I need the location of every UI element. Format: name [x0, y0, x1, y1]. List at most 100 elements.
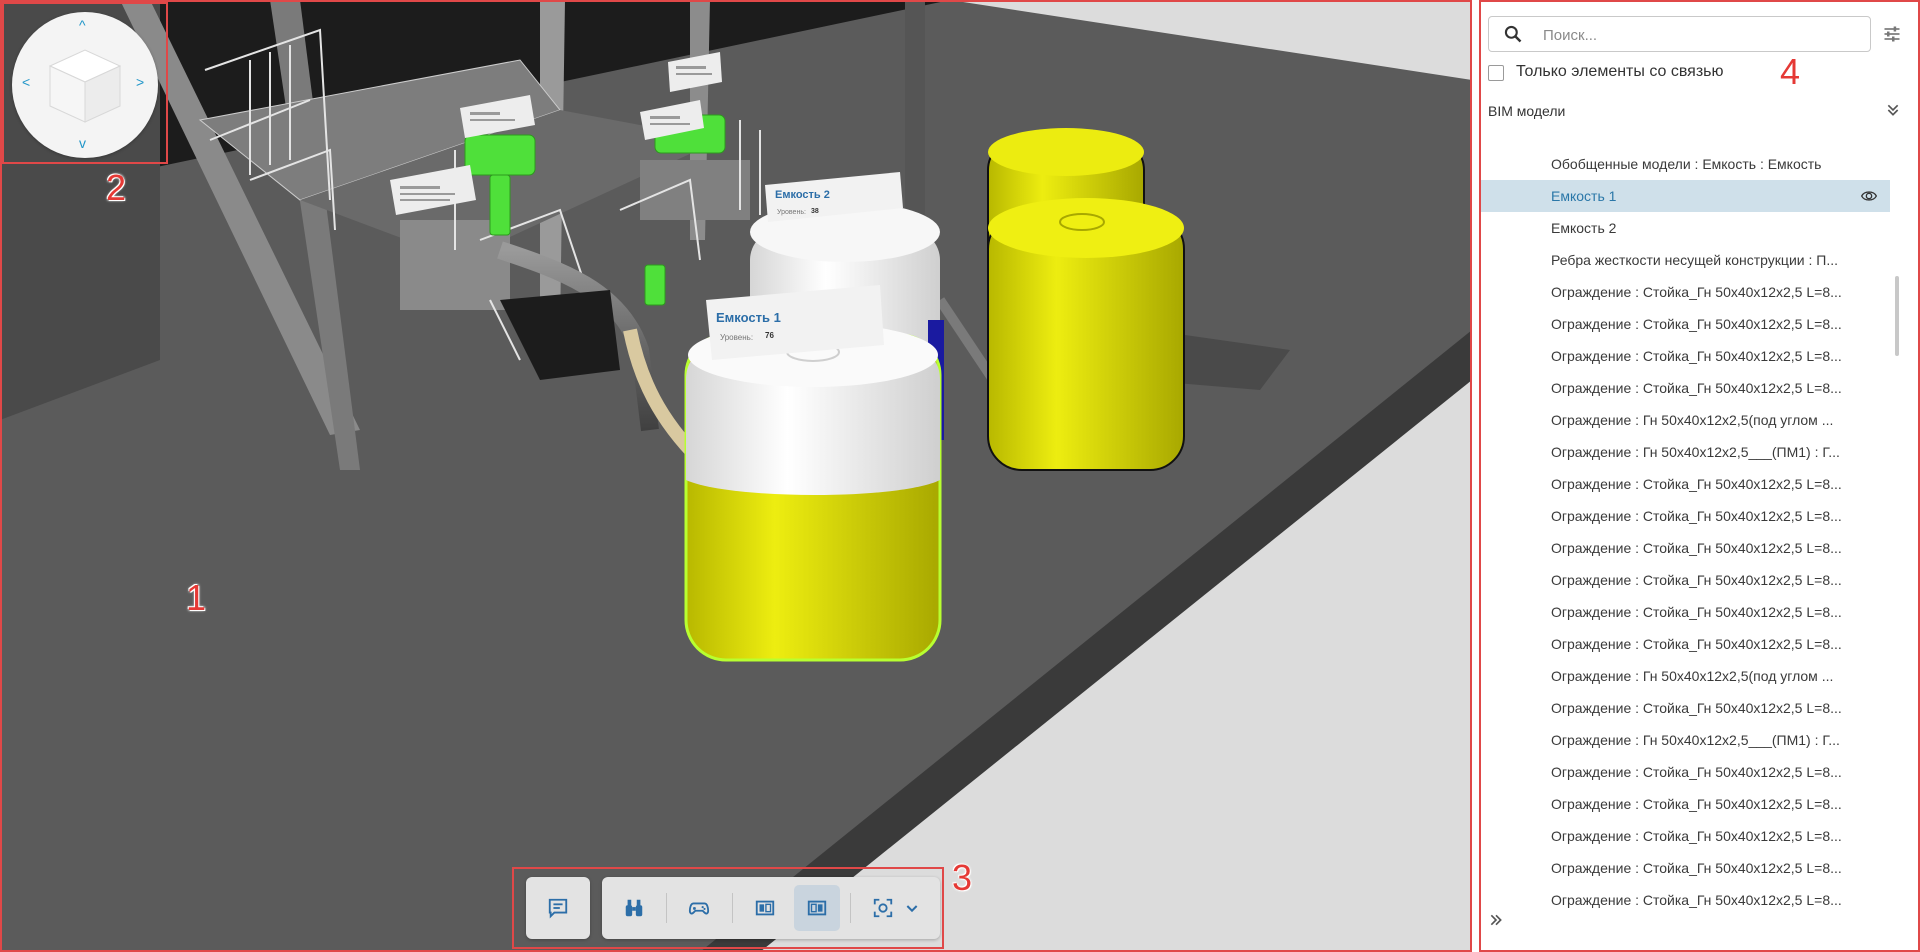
tree-item-label: Ограждение : Стойка_Гн 50х40х12х2,5 L=8.… — [1551, 380, 1842, 396]
toolbar-group-view — [602, 877, 940, 939]
nav-left-arrow-icon[interactable]: < — [22, 75, 30, 89]
tree-item-label: Ограждение : Стойка_Гн 50х40х12х2,5 L=8.… — [1551, 764, 1842, 780]
search-box[interactable] — [1488, 16, 1871, 52]
panel-left-button[interactable] — [742, 885, 788, 931]
tree-item[interactable]: Ограждение : Стойка_Гн 50х40х12х2,5 L=8.… — [1480, 532, 1890, 564]
panel-right-icon — [807, 900, 827, 916]
search-icon — [1504, 25, 1522, 43]
tree-item[interactable]: Ограждение : Гн 50х40х12х2,5___(ПМ1) : Г… — [1480, 724, 1890, 756]
tree-item-label: Ограждение : Стойка_Гн 50х40х12х2,5 L=8.… — [1551, 348, 1842, 364]
filter-settings-icon[interactable] — [1882, 24, 1902, 44]
tree-item-label: Ограждение : Стойка_Гн 50х40х12х2,5 L=8.… — [1551, 636, 1842, 652]
nav-up-arrow-icon[interactable]: ^ — [79, 18, 86, 32]
tree-item-label: Емкость 2 — [1551, 220, 1617, 236]
tree-item[interactable]: Ограждение : Стойка_Гн 50х40х12х2,5 L=8.… — [1480, 788, 1890, 820]
tree-item-label: Ограждение : Стойка_Гн 50х40х12х2,5 L=8.… — [1551, 604, 1842, 620]
comments-button[interactable] — [535, 885, 581, 931]
navigation-cube[interactable]: ^ v < > — [12, 12, 158, 158]
toolbar-separator — [850, 893, 851, 923]
tree-item-label: Ребра жесткости несущей конструкции : П.… — [1551, 252, 1838, 268]
tank-2-label-value: 38 — [811, 208, 819, 215]
tree-item-label: Ограждение : Гн 50х40х12х2,5___(ПМ1) : Г… — [1551, 444, 1840, 460]
callout-4: 4 — [1780, 51, 1801, 92]
callout-3: 3 — [952, 857, 973, 898]
tree-item-label: Ограждение : Стойка_Гн 50х40х12х2,5 L=8.… — [1551, 860, 1842, 876]
pump-base — [640, 160, 750, 220]
double-chevron-down-icon[interactable] — [1885, 102, 1901, 118]
eye-icon[interactable] — [1860, 188, 1878, 204]
toolbar-separator — [666, 893, 667, 923]
callout-1: 1 — [186, 577, 207, 618]
tree-item[interactable]: Ограждение : Гн 50х40х12х2,5(под углом .… — [1480, 660, 1890, 692]
panel-left-icon — [755, 900, 775, 916]
gamepad-icon — [688, 902, 710, 915]
tree-item-label: Ограждение : Стойка_Гн 50х40х12х2,5 L=8.… — [1551, 572, 1842, 588]
comments-icon — [548, 898, 568, 919]
panel-right-button[interactable] — [794, 885, 840, 931]
tree-item-label: Ограждение : Стойка_Гн 50х40х12х2,5 L=8.… — [1551, 284, 1842, 300]
bim-scene[interactable]: Емкость 2 Уровень: 38 Емкость 1 Уровень:… — [0, 0, 1472, 952]
linked-only-label: Только элементы со связью — [1516, 63, 1724, 80]
tree-item-label: Ограждение : Стойка_Гн 50х40х12х2,5 L=8.… — [1551, 796, 1842, 812]
tree-item-label: Ограждение : Стойка_Гн 50х40х12х2,5 L=8.… — [1551, 476, 1842, 492]
tree-item-label: Ограждение : Стойка_Гн 50х40х12х2,5 L=8.… — [1551, 828, 1842, 844]
3d-viewport[interactable]: Емкость 2 Уровень: 38 Емкость 1 Уровень:… — [0, 0, 1472, 952]
tree-item[interactable]: Емкость 1 — [1480, 180, 1890, 212]
tree-item-label: Ограждение : Стойка_Гн 50х40х12х2,5 L=8.… — [1551, 892, 1842, 908]
tank-1[interactable] — [684, 323, 942, 662]
navigation-cube-icon[interactable] — [42, 42, 128, 128]
tree-item-label: Ограждение : Стойка_Гн 50х40х12х2,5 L=8.… — [1551, 540, 1842, 556]
tree-item-label: Ограждение : Стойка_Гн 50х40х12х2,5 L=8.… — [1551, 700, 1842, 716]
model-tree-list: Обобщенные модели : Емкость : Емкость Емк… — [1480, 148, 1890, 916]
tree-item[interactable]: Ограждение : Стойка_Гн 50х40х12х2,5 L=8.… — [1480, 628, 1890, 660]
nav-right-arrow-icon[interactable]: > — [136, 75, 144, 89]
tree-item[interactable]: Ограждение : Стойка_Гн 50х40х12х2,5 L=8.… — [1480, 884, 1890, 916]
tree-item-label: Ограждение : Гн 50х40х12х2,5___(ПМ1) : Г… — [1551, 732, 1840, 748]
steel-column — [905, 0, 925, 230]
tree-item[interactable]: Ограждение : Стойка_Гн 50х40х12х2,5 L=8.… — [1480, 468, 1890, 500]
toolbar-separator — [732, 893, 733, 923]
scrollbar[interactable] — [1895, 276, 1899, 356]
tank-right-front[interactable] — [987, 198, 1185, 471]
tree-item[interactable]: Ребра жесткости несущей конструкции : П.… — [1480, 244, 1890, 276]
tree-item[interactable]: Ограждение : Гн 50х40х12х2,5___(ПМ1) : Г… — [1480, 436, 1890, 468]
callout-2: 2 — [106, 167, 127, 208]
search-input[interactable] — [1541, 24, 1845, 46]
tree-item[interactable]: Емкость 2 — [1480, 212, 1890, 244]
tank-2-label-title: Емкость 2 — [775, 189, 830, 201]
tree-item-label: Обобщенные модели : Емкость : Емкость — [1551, 156, 1822, 172]
tree-item[interactable]: Ограждение : Стойка_Гн 50х40х12х2,5 L=8.… — [1480, 500, 1890, 532]
tree-item[interactable]: Ограждение : Стойка_Гн 50х40х12х2,5 L=8.… — [1480, 820, 1890, 852]
tree-item-label: Ограждение : Гн 50х40х12х2,5(под углом .… — [1551, 412, 1834, 428]
tree-item[interactable]: Ограждение : Стойка_Гн 50х40х12х2,5 L=8.… — [1480, 564, 1890, 596]
tank-1-label-value: 76 — [765, 331, 774, 340]
tree-item[interactable]: Ограждение : Стойка_Гн 50х40х12х2,5 L=8.… — [1480, 852, 1890, 884]
tree-item[interactable]: Обобщенные модели : Емкость : Емкость — [1480, 148, 1890, 180]
tree-item[interactable]: Ограждение : Стойка_Гн 50х40х12х2,5 L=8.… — [1480, 276, 1890, 308]
tree-item-label: Емкость 1 — [1551, 188, 1617, 204]
tree-item[interactable]: Ограждение : Стойка_Гн 50х40х12х2,5 L=8.… — [1480, 308, 1890, 340]
tree-item[interactable]: Ограждение : Стойка_Гн 50х40х12х2,5 L=8.… — [1480, 340, 1890, 372]
focus-frame-icon — [873, 898, 893, 918]
tree-item-label: Ограждение : Стойка_Гн 50х40х12х2,5 L=8.… — [1551, 508, 1842, 524]
tree-item[interactable]: Ограждение : Стойка_Гн 50х40х12х2,5 L=8.… — [1480, 692, 1890, 724]
binoculars-icon — [625, 899, 643, 917]
toolbar-group-comments — [526, 877, 590, 939]
tree-item[interactable]: Ограждение : Стойка_Гн 50х40х12х2,5 L=8.… — [1480, 596, 1890, 628]
gamepad-button[interactable] — [676, 885, 722, 931]
tree-item[interactable]: Ограждение : Гн 50х40х12х2,5(под углом .… — [1480, 404, 1890, 436]
tank-1-label-line: Уровень: — [720, 333, 753, 342]
binoculars-button[interactable] — [611, 885, 657, 931]
toolbar-more-button[interactable] — [892, 885, 932, 931]
double-chevron-right-icon[interactable] — [1488, 912, 1504, 928]
tree-item-label: Ограждение : Гн 50х40х12х2,5(под углом .… — [1551, 668, 1834, 684]
nav-down-arrow-icon[interactable]: v — [79, 136, 86, 150]
chevron-down-icon — [906, 905, 918, 913]
tree-item[interactable]: Ограждение : Стойка_Гн 50х40х12х2,5 L=8.… — [1480, 756, 1890, 788]
section-title-bim-models: BIM модели — [1488, 103, 1566, 119]
tree-item[interactable]: Ограждение : Стойка_Гн 50х40х12х2,5 L=8.… — [1480, 372, 1890, 404]
linked-only-checkbox[interactable] — [1488, 65, 1504, 81]
tank-1-label-title: Емкость 1 — [716, 310, 781, 325]
tree-item-label: Ограждение : Стойка_Гн 50х40х12х2,5 L=8.… — [1551, 316, 1842, 332]
tank-2-label-line: Уровень: — [777, 209, 806, 216]
